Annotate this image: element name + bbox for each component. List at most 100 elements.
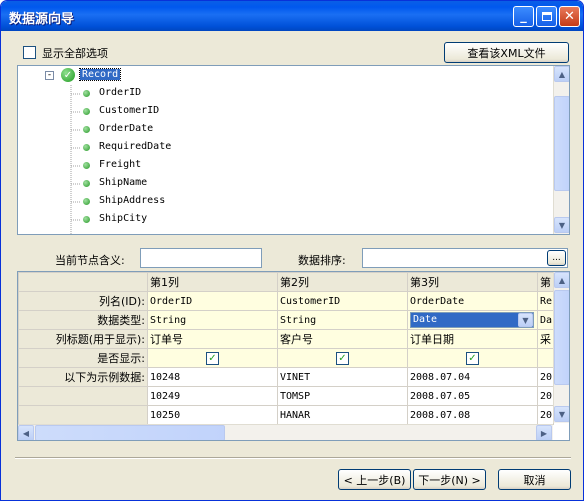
grid-cell[interactable]: VINET	[277, 367, 408, 387]
grid-cell	[537, 348, 554, 368]
close-icon: ✕	[564, 9, 575, 24]
column-header[interactable]: 第2列	[277, 272, 408, 292]
type-dropdown-cell: Date ▼	[407, 310, 538, 330]
table-row: 以下为示例数据: 10248 VINET 2008.07.04 20	[18, 367, 554, 387]
tree-node[interactable]: OrderID	[99, 87, 141, 98]
corner-cell	[18, 272, 148, 292]
grid-cell[interactable]: HANAR	[277, 405, 408, 425]
grid-cell[interactable]: CustomerID	[277, 291, 408, 311]
grid-cell[interactable]: 订单号	[147, 329, 278, 349]
grid-cell[interactable]: Da	[537, 310, 554, 330]
scroll-left-icon[interactable]: ◀	[18, 425, 34, 440]
tree-node[interactable]: ShipCity	[99, 213, 147, 224]
tree-root-node[interactable]: Record	[78, 68, 122, 81]
show-all-label: 显示全部选项	[42, 47, 108, 60]
row-header: 以下为示例数据:	[18, 367, 148, 387]
grid-cell[interactable]: OrderID	[147, 291, 278, 311]
grid-cell[interactable]: 10249	[147, 386, 278, 406]
close-button[interactable]: ✕	[559, 6, 580, 27]
visible-checkbox-cell: ✓	[147, 348, 278, 368]
grid-horizontal-scrollbar[interactable]: ◀ ▶	[18, 424, 553, 440]
grid-cell[interactable]: Re	[537, 291, 554, 311]
view-xml-button[interactable]: 查看该XML文件	[444, 42, 569, 63]
grid-cell[interactable]: OrderDate	[407, 291, 538, 311]
maximize-button[interactable]	[536, 6, 557, 27]
show-all-checkbox[interactable]	[23, 46, 36, 59]
grid-cell[interactable]: 订单日期	[407, 329, 538, 349]
title-bar: 数据源向导 _ ✕	[1, 1, 583, 31]
row-header: 数据类型:	[18, 310, 148, 330]
column-header[interactable]: 第	[537, 272, 554, 292]
visible-checkbox[interactable]: ✓	[206, 352, 219, 365]
scroll-up-icon[interactable]: ▲	[554, 272, 569, 288]
scroll-up-icon[interactable]: ▲	[554, 66, 569, 82]
type-dropdown[interactable]: Date ▼	[410, 312, 534, 328]
minimize-button[interactable]: _	[513, 6, 534, 27]
grid-cell[interactable]: String	[277, 310, 408, 330]
visible-checkbox-cell: ✓	[407, 348, 538, 368]
node-meaning-label: 当前节点含义:	[55, 254, 125, 267]
node-dot-icon	[83, 90, 90, 97]
scroll-down-icon[interactable]: ▼	[554, 406, 569, 422]
row-header: 是否显示:	[18, 348, 148, 368]
data-grid: 第1列 第2列 第3列 第 列名(ID): OrderID CustomerID…	[17, 271, 570, 441]
table-row: 列标题(用于显示): 订单号 客户号 订单日期 采	[18, 329, 554, 349]
scroll-down-icon[interactable]: ▼	[554, 217, 569, 233]
minimize-icon: _	[520, 9, 527, 24]
visible-checkbox[interactable]: ✓	[336, 352, 349, 365]
tree-node[interactable]: ShipAddress	[99, 195, 165, 206]
data-sort-input[interactable]	[362, 248, 568, 268]
visible-checkbox[interactable]: ✓	[466, 352, 479, 365]
grid-cell[interactable]: TOMSP	[277, 386, 408, 406]
dropdown-arrow-icon[interactable]: ▼	[518, 313, 533, 327]
grid-cell[interactable]: 2008.07.04	[407, 367, 538, 387]
grid-vertical-scrollbar[interactable]: ▲ ▼	[553, 272, 569, 423]
wizard-window: 数据源向导 _ ✕ 显示全部选项 查看该XML文件 - ✓ Record Ord…	[0, 0, 584, 501]
row-header: 列名(ID):	[18, 291, 148, 311]
scroll-right-icon[interactable]: ▶	[536, 425, 552, 440]
tree-vertical-scrollbar[interactable]: ▲ ▼	[553, 66, 569, 234]
grid-cell[interactable]: 2008.07.08	[407, 405, 538, 425]
tree-node[interactable]: OrderDate	[99, 123, 153, 134]
divider	[15, 457, 571, 459]
grid-cell[interactable]: 采	[537, 329, 554, 349]
tree-node[interactable]: Freight	[99, 159, 141, 170]
horizontal-scroll-thumb[interactable]	[35, 425, 225, 440]
visible-checkbox-cell: ✓	[277, 348, 408, 368]
row-header: 列标题(用于显示):	[18, 329, 148, 349]
node-dot-icon	[83, 180, 90, 187]
data-sort-label: 数据排序:	[298, 254, 346, 267]
table-row: 10250 HANAR 2008.07.08 20	[18, 405, 554, 425]
column-header[interactable]: 第1列	[147, 272, 278, 292]
scroll-thumb[interactable]	[554, 290, 569, 385]
table-row: 列名(ID): OrderID CustomerID OrderDate Re	[18, 291, 554, 311]
data-sort-browse-button[interactable]: ...	[547, 250, 566, 266]
node-dot-icon	[83, 108, 90, 115]
node-meaning-input[interactable]	[140, 248, 262, 268]
grid-cell[interactable]: 10250	[147, 405, 278, 425]
grid-cell[interactable]: 10248	[147, 367, 278, 387]
column-header[interactable]: 第3列	[407, 272, 538, 292]
tree-node[interactable]: CustomerID	[99, 105, 159, 116]
cancel-button[interactable]: 取消	[498, 469, 571, 490]
prev-button[interactable]: < 上一步(B)	[338, 469, 411, 490]
grid-cell[interactable]: 20	[537, 386, 554, 406]
node-dot-icon	[83, 162, 90, 169]
table-row: 数据类型: String String Date ▼ Da	[18, 310, 554, 330]
tree-node[interactable]: ShipName	[99, 177, 147, 188]
grid-cell[interactable]: String	[147, 310, 278, 330]
window-title: 数据源向导	[9, 12, 75, 27]
tree-node[interactable]: RequiredDate	[99, 141, 171, 152]
grid-cell[interactable]: 2008.07.05	[407, 386, 538, 406]
node-dot-icon	[83, 216, 90, 223]
table-row: 10249 TOMSP 2008.07.05 20	[18, 386, 554, 406]
scroll-thumb[interactable]	[554, 96, 569, 191]
table-row: 是否显示: ✓ ✓ ✓	[18, 348, 554, 368]
next-button[interactable]: 下一步(N) >	[413, 469, 486, 490]
collapse-toggle-icon[interactable]: -	[45, 71, 54, 80]
type-dropdown-value: Date	[413, 314, 438, 325]
grid-cell[interactable]: 客户号	[277, 329, 408, 349]
grid-cell[interactable]: 20	[537, 367, 554, 387]
grid-cell[interactable]: 20	[537, 405, 554, 425]
node-dot-icon	[83, 198, 90, 205]
